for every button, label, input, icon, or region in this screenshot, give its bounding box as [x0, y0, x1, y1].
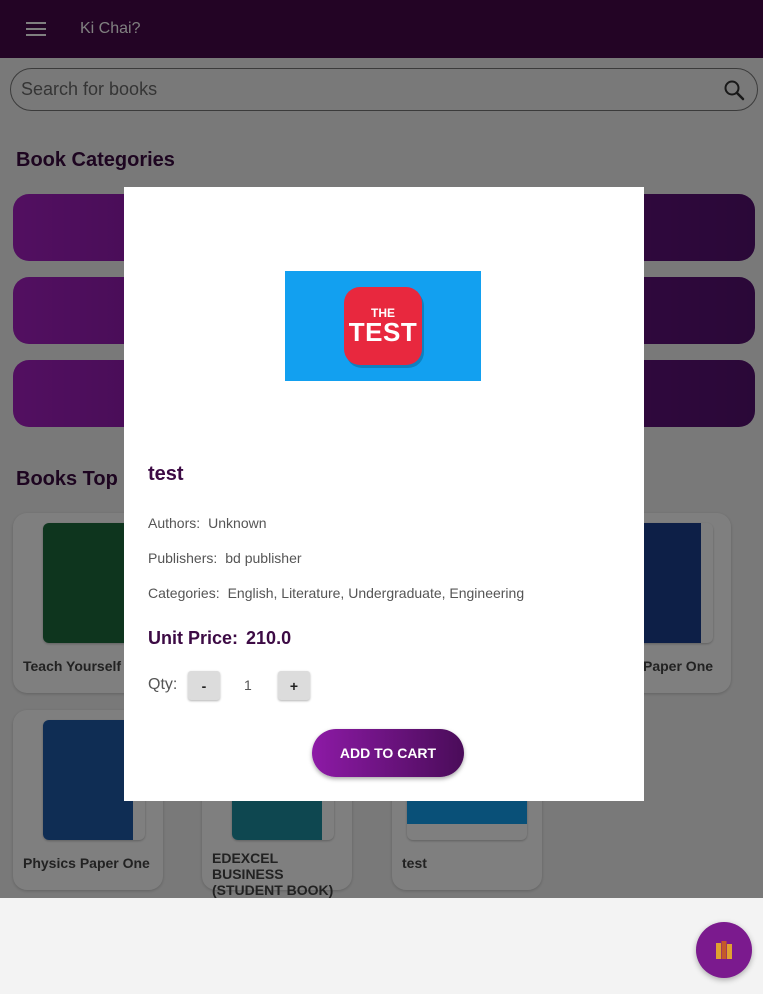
authors-row: Authors: Unknown: [148, 515, 267, 531]
unit-price: Unit Price: 210.0: [148, 628, 291, 649]
qty-decrement-button[interactable]: -: [188, 671, 220, 700]
price-label: Unit Price:: [148, 628, 239, 648]
qty-label: Qty:: [148, 676, 178, 693]
price-value: 210.0: [246, 628, 292, 648]
authors-label: Authors:: [148, 515, 201, 531]
publishers-value: bd publisher: [225, 550, 302, 566]
authors-value: Unknown: [208, 515, 267, 531]
product-dialog: THE TEST test Authors: Unknown Publishers…: [124, 187, 644, 801]
cart-fab[interactable]: [696, 922, 752, 978]
qty-increment-button[interactable]: +: [278, 671, 310, 700]
product-title: test: [148, 463, 184, 485]
books-icon: [715, 940, 733, 960]
categories-value: English, Literature, Undergraduate, Engi…: [227, 585, 525, 601]
qty-value: 1: [244, 677, 252, 693]
publishers-row: Publishers: bd publisher: [148, 550, 302, 566]
product-image: THE TEST: [285, 271, 481, 381]
logo-text-bottom: TEST: [348, 317, 418, 347]
categories-row: Categories: English, Literature, Undergra…: [148, 585, 524, 601]
categories-label: Categories:: [148, 585, 220, 601]
test-logo: THE TEST: [344, 287, 422, 365]
publishers-label: Publishers:: [148, 550, 218, 566]
add-to-cart-button[interactable]: ADD TO CART: [312, 729, 464, 777]
